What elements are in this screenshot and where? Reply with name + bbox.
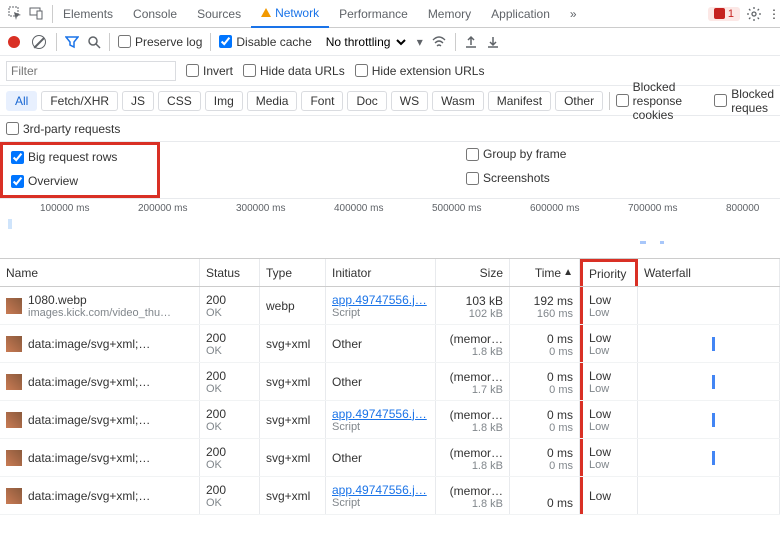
main-tabs: ElementsConsoleSourcesNetworkPerformance… — [0, 0, 780, 28]
type-filter-fetch-xhr[interactable]: Fetch/XHR — [41, 91, 118, 111]
tab-console[interactable]: Console — [123, 0, 187, 28]
type-filter-img[interactable]: Img — [205, 91, 243, 111]
inspect-icon[interactable] — [8, 6, 23, 21]
type-filter-css[interactable]: CSS — [158, 91, 201, 111]
table-header: Name Status Type Initiator Size Time▲ Pr… — [0, 259, 780, 287]
type-filter-row: AllFetch/XHRJSCSSImgMediaFontDocWSWasmMa… — [0, 86, 780, 116]
filter-icon[interactable] — [65, 35, 79, 49]
blocked-cookies-checkbox[interactable]: Blocked response cookies — [616, 80, 709, 122]
col-priority[interactable]: Priority — [580, 259, 638, 286]
type-filter-media[interactable]: Media — [247, 91, 298, 111]
timeline-tick: 400000 ms — [334, 203, 383, 214]
network-toolbar: Preserve log Disable cache No throttling… — [0, 28, 780, 56]
tab-elements[interactable]: Elements — [53, 0, 123, 28]
overview-checkbox[interactable]: Overview — [11, 174, 78, 188]
table-row[interactable]: data:image/svg+xml;…200OKsvg+xmlOther(me… — [0, 439, 780, 477]
col-name[interactable]: Name — [0, 259, 200, 286]
tab-performance[interactable]: Performance — [329, 0, 418, 28]
kebab-icon[interactable]: ⋮ — [768, 7, 780, 21]
request-table: 1080.webpimages.kick.com/video_thu…200OK… — [0, 287, 780, 515]
wifi-icon[interactable] — [431, 35, 447, 49]
timeline-tick: 500000 ms — [432, 203, 481, 214]
type-filter-doc[interactable]: Doc — [347, 91, 386, 111]
upload-icon[interactable] — [464, 35, 478, 49]
timeline-tick: 300000 ms — [236, 203, 285, 214]
type-filter-font[interactable]: Font — [301, 91, 343, 111]
col-waterfall[interactable]: Waterfall — [638, 259, 780, 286]
col-size[interactable]: Size — [436, 259, 510, 286]
timeline-tick: 100000 ms — [40, 203, 89, 214]
record-button[interactable] — [8, 36, 20, 48]
timeline-tick: 200000 ms — [138, 203, 187, 214]
timeline-tick: 800000 — [726, 203, 759, 214]
third-party-checkbox[interactable]: 3rd-party requests — [6, 122, 120, 136]
sort-asc-icon: ▲ — [563, 267, 573, 278]
type-filter-js[interactable]: JS — [122, 91, 154, 111]
preserve-log-checkbox[interactable]: Preserve log — [118, 35, 202, 49]
table-row[interactable]: data:image/svg+xml;…200OKsvg+xmlOther(me… — [0, 325, 780, 363]
thumbnail-icon — [6, 412, 22, 428]
big-rows-checkbox[interactable]: Big request rows — [11, 150, 117, 164]
thumbnail-icon — [6, 374, 22, 390]
invert-checkbox[interactable]: Invert — [186, 64, 233, 78]
thumbnail-icon — [6, 336, 22, 352]
warning-icon — [261, 8, 271, 17]
type-filter-all[interactable]: All — [6, 91, 37, 111]
tab-memory[interactable]: Memory — [418, 0, 481, 28]
col-time[interactable]: Time▲ — [510, 259, 580, 286]
table-row[interactable]: data:image/svg+xml;…200OKsvg+xmlapp.4974… — [0, 477, 780, 515]
clear-button[interactable] — [32, 35, 46, 49]
thumbnail-icon — [6, 298, 22, 314]
disable-cache-checkbox[interactable]: Disable cache — [219, 35, 311, 49]
tab-sources[interactable]: Sources — [187, 0, 251, 28]
more-tabs[interactable]: » — [560, 0, 587, 28]
table-row[interactable]: data:image/svg+xml;…200OKsvg+xmlOther(me… — [0, 363, 780, 401]
gear-icon[interactable] — [746, 6, 762, 22]
tab-application[interactable]: Application — [481, 0, 560, 28]
col-status[interactable]: Status — [200, 259, 260, 286]
type-filter-ws[interactable]: WS — [391, 91, 428, 111]
device-icon[interactable] — [29, 6, 44, 21]
table-row[interactable]: 1080.webpimages.kick.com/video_thu…200OK… — [0, 287, 780, 325]
group-frame-checkbox[interactable]: Group by frame — [466, 147, 566, 161]
hide-data-urls-checkbox[interactable]: Hide data URLs — [243, 64, 345, 78]
col-initiator[interactable]: Initiator — [326, 259, 436, 286]
col-type[interactable]: Type — [260, 259, 326, 286]
type-filter-wasm[interactable]: Wasm — [432, 91, 484, 111]
throttling-select[interactable]: No throttling — [320, 32, 409, 52]
screenshots-checkbox[interactable]: Screenshots — [466, 171, 550, 185]
table-row[interactable]: data:image/svg+xml;…200OKsvg+xmlapp.4974… — [0, 401, 780, 439]
timeline-tick: 700000 ms — [628, 203, 677, 214]
type-filter-manifest[interactable]: Manifest — [488, 91, 551, 111]
waterfall-bar — [712, 375, 715, 389]
search-icon[interactable] — [87, 35, 101, 49]
filter-input[interactable] — [6, 61, 176, 81]
timeline-overview[interactable]: 100000 ms 200000 ms 300000 ms 400000 ms 5000… — [0, 199, 780, 259]
thumbnail-icon — [6, 488, 22, 504]
timeline-tick: 600000 ms — [530, 203, 579, 214]
waterfall-bar — [712, 337, 715, 351]
download-icon[interactable] — [486, 35, 500, 49]
type-filter-other[interactable]: Other — [555, 91, 603, 111]
options-row: Big request rows Overview Group by frame… — [0, 142, 780, 199]
blocked-requests-checkbox[interactable]: Blocked reques — [714, 87, 774, 115]
tab-network[interactable]: Network — [251, 0, 329, 28]
waterfall-bar — [712, 413, 715, 427]
chevron-down-icon: ▾ — [417, 35, 423, 49]
hide-ext-urls-checkbox[interactable]: Hide extension URLs — [355, 64, 485, 78]
thumbnail-icon — [6, 450, 22, 466]
waterfall-bar — [712, 451, 715, 465]
error-badge[interactable]: 1 — [708, 7, 740, 21]
